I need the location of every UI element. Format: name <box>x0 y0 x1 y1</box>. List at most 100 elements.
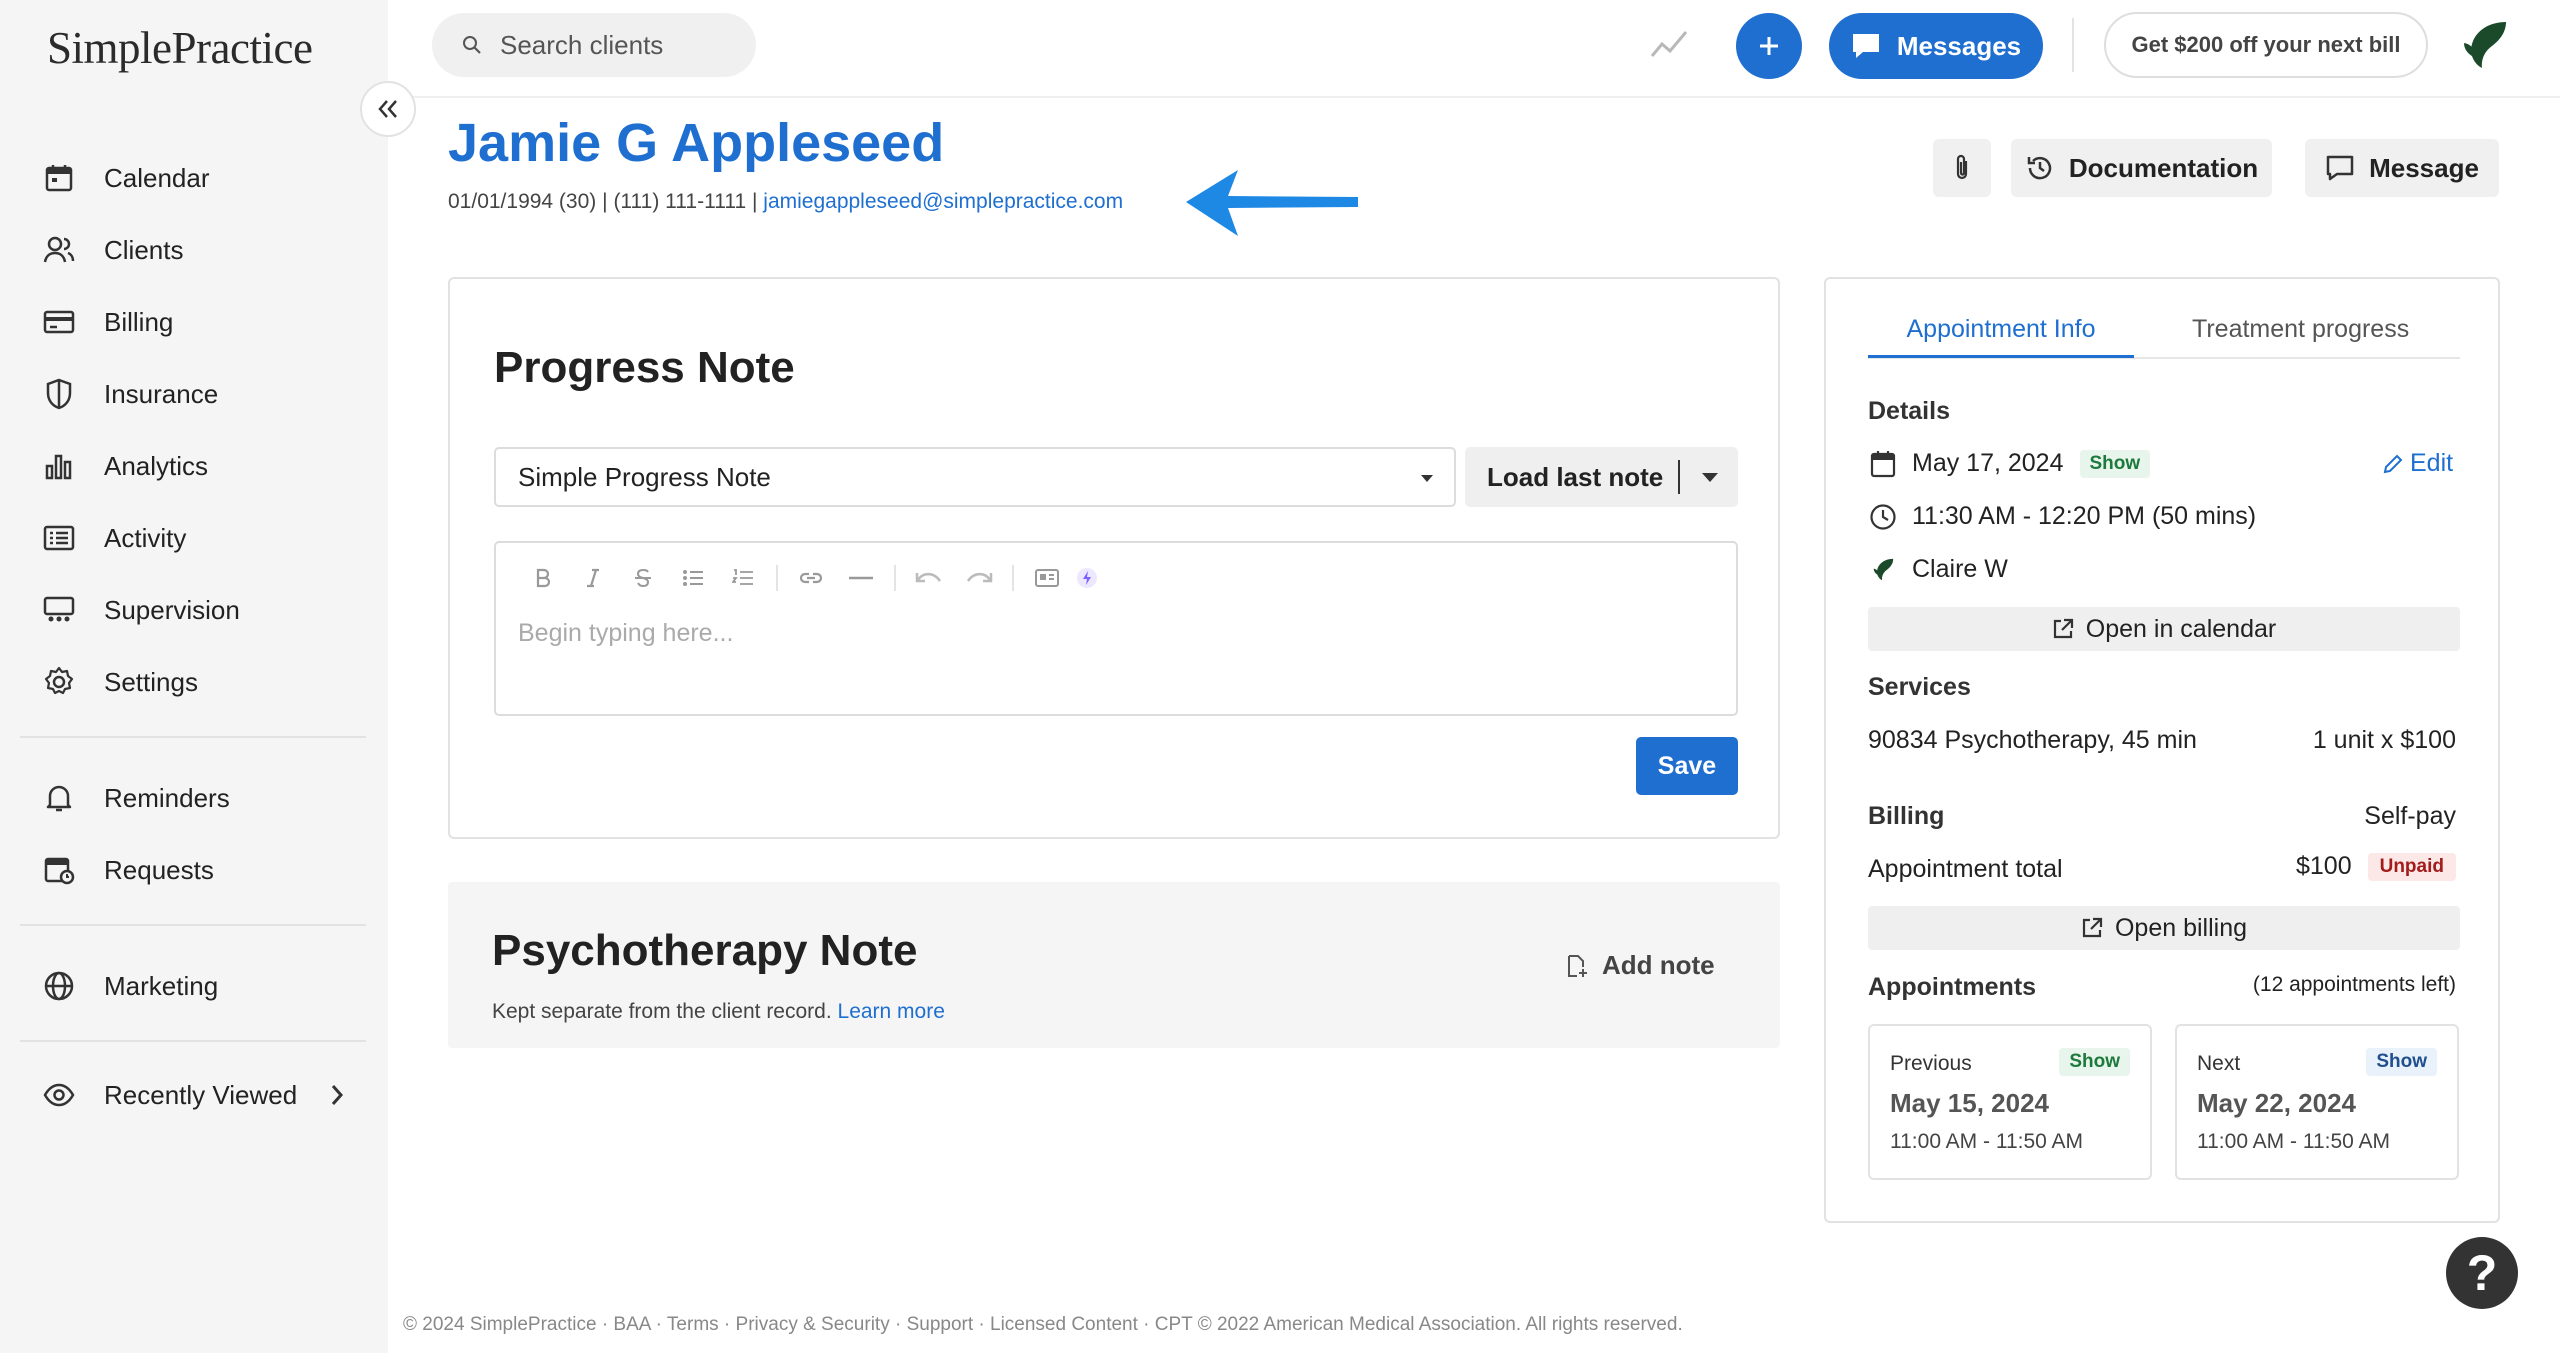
status-badge: Show <box>2079 449 2151 478</box>
appointment-time: 11:30 AM - 12:20 PM (50 mins) <box>1912 502 2257 530</box>
sidebar-item-label: Billing <box>104 306 174 337</box>
sidebar: SimplePractice Calendar Clients Billing … <box>0 0 388 1353</box>
help-button[interactable]: ? <box>2446 1237 2518 1309</box>
add-button[interactable] <box>1736 13 1802 79</box>
editor-toolbar <box>518 563 1102 593</box>
sidebar-item-marketing[interactable]: Marketing <box>40 958 218 1014</box>
message-label: Message <box>2369 152 2479 183</box>
bell-icon <box>40 779 78 817</box>
chat-outline-icon <box>2325 154 2355 182</box>
sidebar-item-supervision[interactable]: Supervision <box>40 582 240 638</box>
sidebar-item-recently-viewed[interactable]: Recently Viewed <box>40 1067 360 1123</box>
appointment-total-value: $100 <box>2295 852 2352 880</box>
learn-more-link[interactable]: Learn more <box>838 1000 945 1023</box>
search-icon <box>462 35 482 55</box>
appointment-date: May 17, 2024 <box>1912 449 2064 477</box>
details-heading: Details <box>1868 397 1950 425</box>
collapse-sidebar-button[interactable] <box>360 81 416 137</box>
appointment-time-row: 11:30 AM - 12:20 PM (50 mins) <box>1868 502 2256 531</box>
footer-text: © 2024 SimplePractice · BAA · Terms · Pr… <box>403 1314 1683 1335</box>
sidebar-item-insurance[interactable]: Insurance <box>40 366 218 422</box>
messages-button[interactable]: Messages <box>1829 13 2043 79</box>
documentation-button[interactable]: Documentation <box>2011 139 2272 197</box>
chevron-right-icon <box>330 1083 344 1107</box>
external-link-icon <box>2081 917 2103 939</box>
subtitle-text: Kept separate from the client record. <box>492 1000 832 1023</box>
gear-icon <box>40 663 78 701</box>
client-name[interactable]: Jamie G Appleseed <box>448 112 944 174</box>
insert-smart-field-icon[interactable] <box>1022 563 1072 593</box>
search-input[interactable]: Search clients <box>432 13 756 77</box>
save-button[interactable]: Save <box>1636 737 1738 795</box>
appointment-total-row: $100 Unpaid <box>2296 852 2456 881</box>
attachment-button[interactable] <box>1933 139 1991 197</box>
header-divider <box>388 96 2560 98</box>
sidebar-item-reminders[interactable]: Reminders <box>40 770 230 826</box>
load-last-note-button[interactable]: Load last note <box>1465 447 1738 507</box>
bullet-list-icon[interactable] <box>668 563 718 593</box>
sidebar-item-label: Calendar <box>104 162 210 193</box>
add-note-button[interactable]: Add note <box>1566 950 1715 981</box>
sidebar-item-label: Activity <box>104 522 187 553</box>
bar-chart-icon <box>40 447 78 485</box>
numbered-list-icon[interactable] <box>718 563 768 593</box>
editor-placeholder: Begin typing here... <box>518 619 734 647</box>
search-placeholder: Search clients <box>500 29 664 60</box>
previous-appointment-card[interactable]: Previous Show May 15, 2024 11:00 AM - 11… <box>1868 1024 2152 1180</box>
appointment-card-label: Next <box>2197 1052 2241 1075</box>
edit-label: Edit <box>2410 449 2454 477</box>
service-name: 90834 Psychotherapy, 45 min <box>1868 726 2197 754</box>
clinician-name: Claire W <box>1912 555 2008 583</box>
italic-icon[interactable] <box>568 563 618 593</box>
supervision-icon <box>40 591 78 629</box>
redo-icon[interactable] <box>954 563 1004 593</box>
sidebar-item-settings[interactable]: Settings <box>40 654 198 710</box>
history-icon <box>2025 153 2055 183</box>
caret-down-icon[interactable] <box>1701 471 1719 483</box>
progress-note-title: Progress Note <box>494 343 795 392</box>
edit-appointment-link[interactable]: Edit <box>2382 449 2453 478</box>
app-logo[interactable]: SimplePractice <box>47 22 313 74</box>
clinician-avatar <box>1868 557 1898 583</box>
eye-icon <box>40 1076 78 1114</box>
caret-down-icon <box>1420 473 1434 483</box>
tab-appointment-info[interactable]: Appointment Info <box>1868 315 2134 359</box>
progress-note-card: Progress Note Simple Progress Note Load … <box>448 277 1780 839</box>
clock-icon <box>1868 503 1898 531</box>
bold-icon[interactable] <box>518 563 568 593</box>
plus-icon <box>1756 33 1782 59</box>
strikethrough-icon[interactable] <box>618 563 668 593</box>
sidebar-item-billing[interactable]: Billing <box>40 294 173 350</box>
note-editor[interactable]: Begin typing here... <box>494 541 1738 716</box>
promo-button[interactable]: Get $200 off your next bill <box>2104 12 2428 78</box>
sidebar-divider <box>20 1040 366 1042</box>
activity-list-icon <box>40 519 78 557</box>
psychotherapy-note-title: Psychotherapy Note <box>492 926 918 975</box>
client-email-link[interactable]: jamiegappleseed@simplepractice.com <box>763 190 1123 213</box>
client-dob: 01/01/1994 (30) <box>448 190 597 213</box>
sidebar-item-requests[interactable]: Requests <box>40 842 214 898</box>
message-button[interactable]: Message <box>2305 139 2499 197</box>
toolbar-separator <box>894 565 896 591</box>
note-template-select[interactable]: Simple Progress Note <box>494 447 1456 507</box>
undo-icon[interactable] <box>904 563 954 593</box>
credit-card-icon <box>40 303 78 341</box>
open-billing-label: Open billing <box>2114 913 2248 942</box>
appointment-card-label: Previous <box>1890 1052 1972 1075</box>
double-chevron-left-icon <box>377 99 399 119</box>
open-in-calendar-button[interactable]: Open in calendar <box>1868 607 2460 651</box>
trend-icon[interactable] <box>1650 26 1688 62</box>
psychotherapy-note-card: Psychotherapy Note Kept separate from th… <box>448 882 1780 1048</box>
horizontal-rule-icon[interactable] <box>836 563 886 593</box>
sidebar-item-activity[interactable]: Activity <box>40 510 186 566</box>
billing-type: Self-pay <box>2364 802 2456 830</box>
sidebar-item-clients[interactable]: Clients <box>40 222 183 278</box>
sidebar-item-calendar[interactable]: Calendar <box>40 150 210 206</box>
next-appointment-card[interactable]: Next Show May 22, 2024 11:00 AM - 11:50 … <box>2175 1024 2459 1180</box>
link-icon[interactable] <box>786 563 836 593</box>
tab-treatment-progress[interactable]: Treatment progress <box>2192 315 2409 344</box>
ai-sparkle-icon[interactable] <box>1072 563 1102 593</box>
open-billing-button[interactable]: Open billing <box>1868 906 2460 950</box>
profile-avatar[interactable] <box>2456 18 2512 74</box>
sidebar-item-analytics[interactable]: Analytics <box>40 438 208 494</box>
